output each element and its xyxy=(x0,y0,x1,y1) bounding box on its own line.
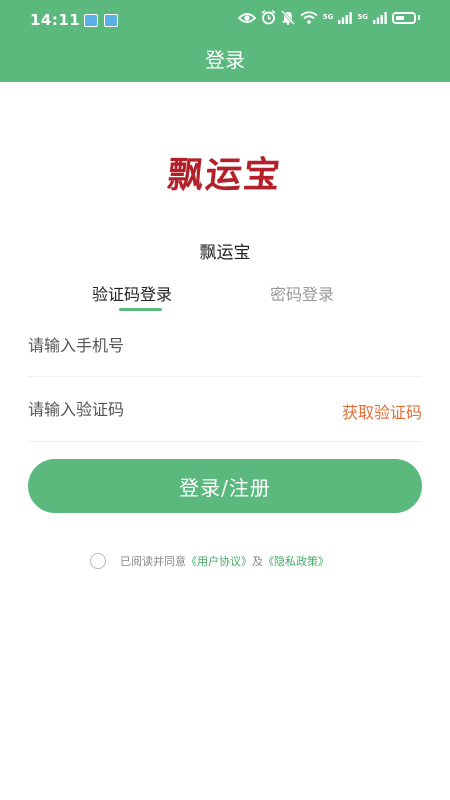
get-code-button[interactable]: 获取验证码 xyxy=(342,399,422,423)
system-icons: 5G 5G xyxy=(237,10,420,25)
battery-tip xyxy=(418,15,420,20)
alarm-icon xyxy=(261,10,276,25)
verification-code-input[interactable] xyxy=(28,394,308,424)
privacy-policy-link[interactable]: 《隐私政策》 xyxy=(263,553,329,569)
agreement-checkbox[interactable] xyxy=(90,553,106,569)
logo-text: 飘运宝 xyxy=(165,154,284,196)
app-name: 飘运宝 xyxy=(199,243,251,263)
verification-code-field: 获取验证码 xyxy=(28,394,422,442)
app-notification-icon xyxy=(104,14,118,27)
agreement-prefix: 已阅读并同意 xyxy=(120,555,186,568)
battery-icon xyxy=(392,11,416,24)
login-register-button[interactable]: 登录/注册 xyxy=(28,459,422,513)
signal-icon xyxy=(338,11,353,24)
app-logo: 飘运宝 xyxy=(0,146,450,198)
app-notification-icon xyxy=(84,14,98,27)
page-title: 登录 xyxy=(205,48,245,72)
signal-icon xyxy=(373,11,387,24)
divider xyxy=(28,376,422,377)
status-time: 14:11 xyxy=(30,11,81,29)
phone-field xyxy=(28,330,422,377)
network-type-label: 5G xyxy=(357,13,368,21)
phone-input[interactable] xyxy=(28,330,308,360)
tab-password-login[interactable]: 密码登录 xyxy=(270,281,334,305)
wifi-icon xyxy=(300,11,318,24)
mute-bell-icon xyxy=(280,10,295,25)
user-agreement-link[interactable]: 《用户协议》 xyxy=(186,553,252,569)
status-bar: 14:11 5G 5G xyxy=(0,0,450,40)
tab-verification-code-login[interactable]: 验证码登录 xyxy=(92,281,172,305)
network-type-label: 5G xyxy=(322,13,334,21)
eye-icon xyxy=(237,12,256,23)
header: 14:11 5G 5G 登录 xyxy=(0,0,450,82)
tab-active-indicator xyxy=(119,308,162,311)
divider xyxy=(28,441,422,442)
agreement-and: 及 xyxy=(252,555,263,568)
agreement-row: 已阅读并同意 《用户协议》 及 《隐私政策》 xyxy=(90,553,329,569)
